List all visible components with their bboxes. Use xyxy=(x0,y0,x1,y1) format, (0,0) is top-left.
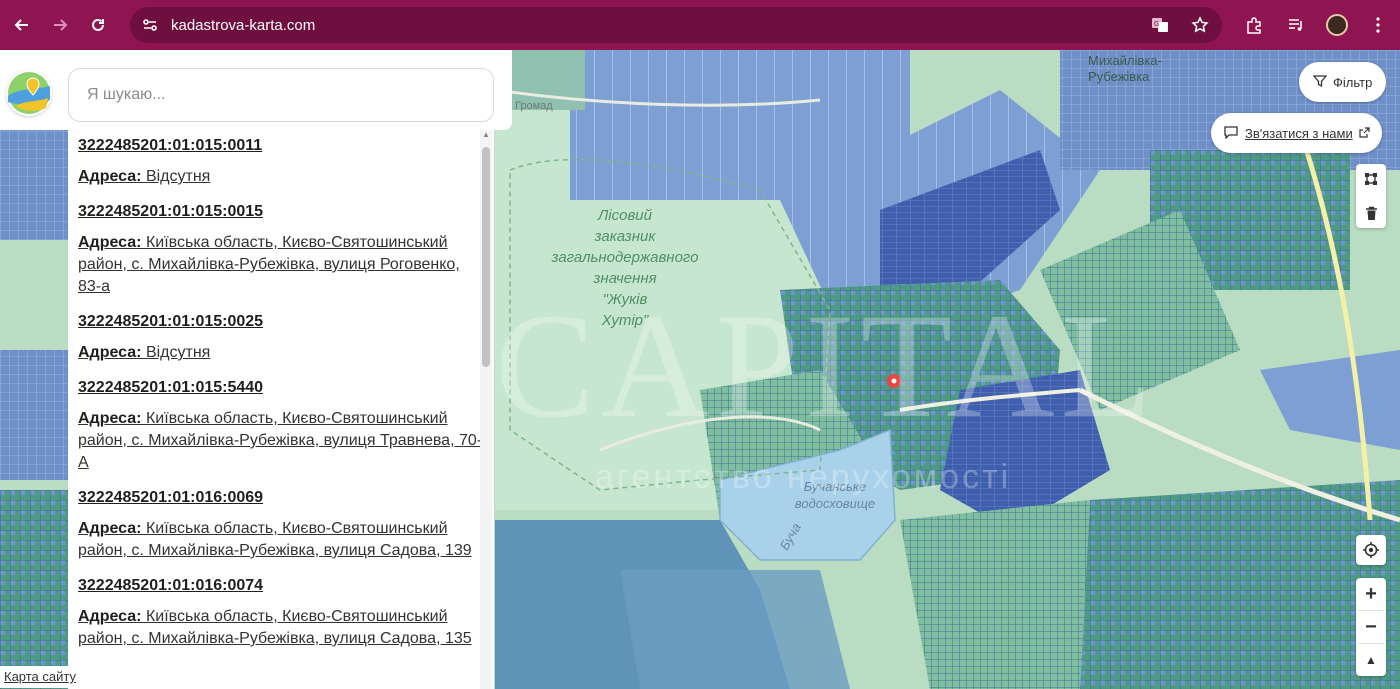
filter-button[interactable]: Фільтр xyxy=(1299,62,1387,102)
draw-toolbar xyxy=(1356,164,1386,228)
reload-icon[interactable] xyxy=(82,9,114,41)
result-item[interactable]: 3222485201:01:016:0069 Адреса: Київська … xyxy=(68,487,494,562)
external-link-icon xyxy=(1359,126,1370,141)
chat-icon xyxy=(1223,125,1239,142)
cadastral-number-link[interactable]: 3222485201:01:015:0011 xyxy=(78,135,484,157)
filter-icon xyxy=(1312,74,1328,91)
result-item[interactable]: 3222485201:01:015:0011 Адреса: Відсутня xyxy=(68,135,494,188)
result-address[interactable]: Адреса: Відсутня xyxy=(78,166,484,188)
browser-toolbar: kadastrova-karta.com G xyxy=(0,0,1400,50)
site-settings-icon[interactable] xyxy=(133,8,167,42)
contact-us-button[interactable]: Зв'язатися з нами xyxy=(1211,113,1382,153)
url-text[interactable]: kadastrova-karta.com xyxy=(171,17,315,34)
star-icon[interactable] xyxy=(1188,13,1212,37)
address-bar[interactable]: kadastrova-karta.com G xyxy=(130,7,1222,43)
scroll-up-arrow-icon[interactable]: ▲ xyxy=(482,130,490,139)
trash-icon[interactable] xyxy=(1356,198,1386,228)
geolocate-button[interactable] xyxy=(1356,535,1386,565)
result-item[interactable]: 3222485201:01:015:0015 Адреса: Київська … xyxy=(68,201,494,298)
forest-reserve-label: Лісовий заказник загальнодержавного знач… xyxy=(551,207,699,329)
cadastral-number-link[interactable]: 3222485201:01:015:0025 xyxy=(78,311,484,333)
results-scrollbar-thumb[interactable] xyxy=(482,147,490,367)
result-address[interactable]: Адреса: Київська область, Києво-Святошин… xyxy=(78,232,484,298)
street-label-top: Громад xyxy=(515,100,553,112)
result-address[interactable]: Адреса: Київська область, Києво-Святошин… xyxy=(78,518,484,562)
kebab-menu-icon[interactable] xyxy=(1366,13,1390,37)
compass-north-icon[interactable]: ▲ xyxy=(1356,644,1386,676)
back-arrow-icon[interactable] xyxy=(6,9,38,41)
zoom-out-button[interactable]: − xyxy=(1356,611,1386,643)
result-address[interactable]: Адреса: Відсутня xyxy=(78,342,484,364)
zoom-controls: + − ▲ xyxy=(1356,578,1386,676)
result-address[interactable]: Адреса: Київська область, Києво-Святошин… xyxy=(78,606,484,650)
search-box[interactable] xyxy=(68,68,494,122)
zoom-in-button[interactable]: + xyxy=(1356,578,1386,610)
result-item[interactable]: 3222485201:01:016:0074 Адреса: Київська … xyxy=(68,575,494,650)
search-results-list[interactable]: 3222485201:01:015:0011 Адреса: Відсутня … xyxy=(68,130,494,689)
result-address[interactable]: Адреса: Київська область, Києво-Святошин… xyxy=(78,408,484,474)
reservoir-label: Бучанське водосховище xyxy=(794,479,876,511)
profile-avatar[interactable] xyxy=(1326,14,1348,36)
search-input[interactable] xyxy=(69,69,493,121)
location-marker[interactable] xyxy=(887,374,901,388)
cadastral-number-link[interactable]: 3222485201:01:015:0015 xyxy=(78,201,484,223)
cadastral-number-link[interactable]: 3222485201:01:016:0074 xyxy=(78,575,484,597)
svg-text:G: G xyxy=(1154,21,1159,28)
draw-polygon-icon[interactable] xyxy=(1356,164,1386,194)
site-logo[interactable] xyxy=(6,70,52,116)
crosshair-icon xyxy=(1356,535,1386,565)
forward-arrow-icon[interactable] xyxy=(44,9,76,41)
village-label: Михайлівка- Рубежівка xyxy=(1088,53,1162,84)
translate-icon[interactable]: G xyxy=(1148,13,1172,37)
media-control-icon[interactable] xyxy=(1284,13,1308,37)
result-item[interactable]: 3222485201:01:015:0025 Адреса: Відсутня xyxy=(68,311,494,364)
sitemap-link[interactable]: Карта сайту xyxy=(0,666,80,688)
extensions-icon[interactable] xyxy=(1242,13,1266,37)
cadastral-number-link[interactable]: 3222485201:01:016:0069 xyxy=(78,487,484,509)
cadastral-number-link[interactable]: 3222485201:01:015:5440 xyxy=(78,377,484,399)
result-item[interactable]: 3222485201:01:015:5440 Адреса: Київська … xyxy=(68,377,494,474)
